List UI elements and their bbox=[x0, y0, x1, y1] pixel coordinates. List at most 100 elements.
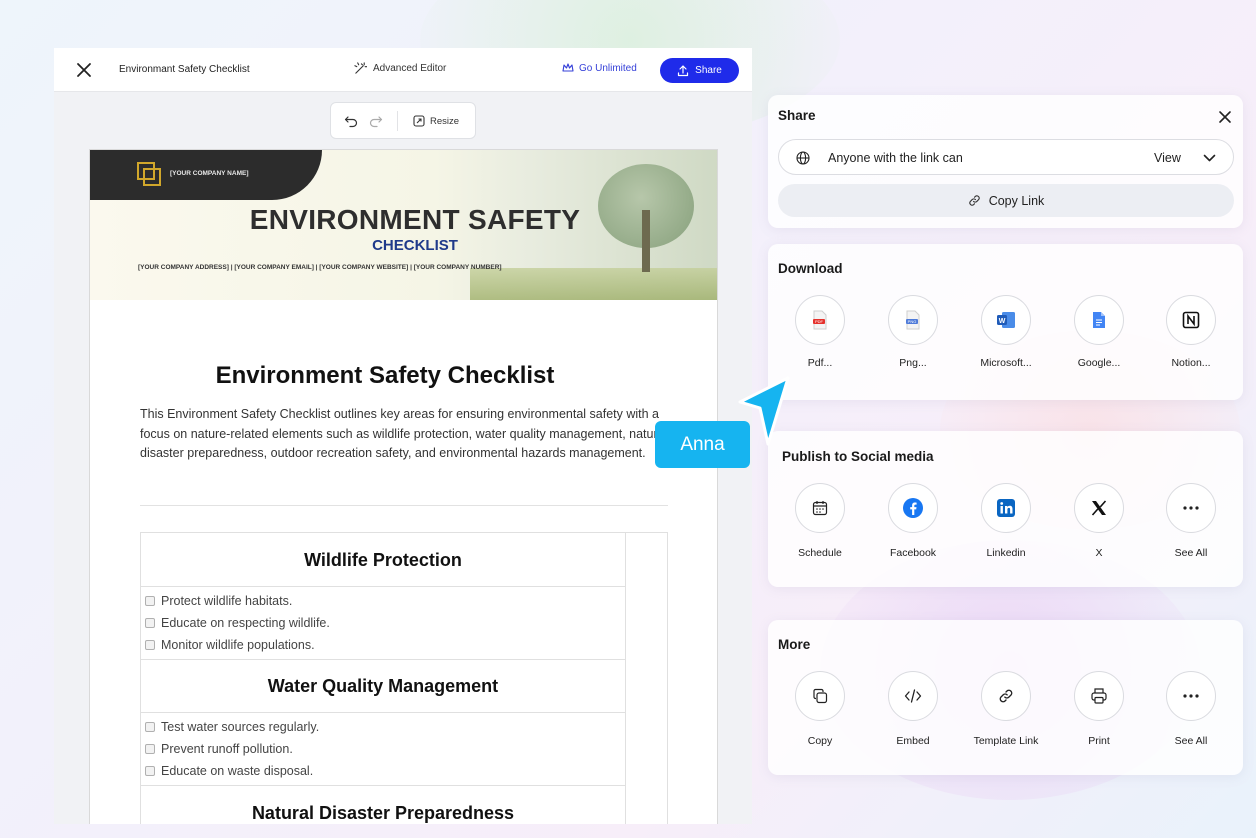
advanced-editor-button[interactable]: Advanced Editor bbox=[354, 62, 446, 75]
checkbox[interactable] bbox=[145, 744, 155, 754]
option-label: See All bbox=[1174, 735, 1208, 747]
schedule-option[interactable]: Schedule bbox=[774, 483, 866, 559]
svg-text:PNG: PNG bbox=[908, 319, 917, 324]
editor-window: Environmant Safety Checklist Advanced Ed… bbox=[54, 48, 752, 824]
section-heading: Wildlife Protection bbox=[141, 533, 625, 587]
printer-icon bbox=[1074, 671, 1124, 721]
download-microsoft-option[interactable]: W Microsoft... bbox=[960, 295, 1052, 369]
link-icon bbox=[969, 195, 980, 206]
link-access-text: Anyone with the link can bbox=[828, 151, 963, 165]
svg-text:PDF: PDF bbox=[815, 319, 824, 324]
calendar-icon bbox=[795, 483, 845, 533]
option-label: Print bbox=[1088, 735, 1110, 747]
resize-button[interactable]: Resize bbox=[413, 115, 459, 127]
template-link-option[interactable]: Template Link bbox=[960, 671, 1052, 747]
crown-icon bbox=[562, 63, 574, 72]
share-button[interactable]: Share bbox=[660, 58, 739, 83]
code-icon bbox=[888, 671, 938, 721]
checklist-item[interactable]: Test water sources regularly. bbox=[145, 720, 319, 734]
see-all-social-option[interactable]: See All bbox=[1145, 483, 1237, 559]
close-icon bbox=[77, 63, 91, 77]
close-icon[interactable] bbox=[1217, 109, 1233, 125]
copy-link-button[interactable]: Copy Link bbox=[778, 184, 1234, 217]
go-unlimited-button[interactable]: Go Unlimited bbox=[562, 62, 637, 74]
close-editor-button[interactable] bbox=[74, 60, 94, 80]
more-panel-title: More bbox=[778, 637, 811, 652]
linkedin-icon bbox=[981, 483, 1031, 533]
linkedin-option[interactable]: Linkedin bbox=[960, 483, 1052, 559]
document-title: Environmant Safety Checklist bbox=[119, 64, 250, 75]
redo-icon[interactable] bbox=[369, 114, 383, 128]
go-unlimited-label: Go Unlimited bbox=[579, 62, 637, 74]
checklist-item-label: Educate on respecting wildlife. bbox=[161, 616, 330, 630]
undo-icon[interactable] bbox=[344, 114, 358, 128]
checklist-item[interactable]: Protect wildlife habitats. bbox=[145, 594, 292, 608]
checkbox[interactable] bbox=[145, 640, 155, 650]
document-heading: Environment Safety Checklist bbox=[215, 362, 555, 389]
checkbox[interactable] bbox=[145, 596, 155, 606]
link-icon bbox=[981, 671, 1031, 721]
checklist-item[interactable]: Educate on waste disposal. bbox=[145, 764, 313, 778]
checklist-item[interactable]: Prevent runoff pollution. bbox=[145, 742, 293, 756]
section-heading: Natural Disaster Preparedness bbox=[251, 803, 515, 823]
option-label: Google... bbox=[1077, 357, 1121, 369]
facebook-icon bbox=[888, 483, 938, 533]
checkbox[interactable] bbox=[145, 722, 155, 732]
option-label: X bbox=[1095, 547, 1103, 559]
checklist-item[interactable]: Monitor wildlife populations. bbox=[145, 638, 315, 652]
table-column-divider bbox=[625, 533, 626, 824]
editor-topbar: Environmant Safety Checklist Advanced Ed… bbox=[54, 48, 752, 92]
collaborator-name-tag: Anna bbox=[655, 421, 750, 468]
option-label: Notion... bbox=[1171, 357, 1211, 369]
option-label: Schedule bbox=[798, 547, 842, 559]
option-label: Embed bbox=[896, 735, 930, 747]
option-label: Png... bbox=[899, 357, 927, 369]
option-label: Template Link bbox=[973, 735, 1039, 747]
download-png-option[interactable]: PNG Png... bbox=[867, 295, 959, 369]
download-panel: Download PDF Pdf... PNG Png... W Microso… bbox=[768, 244, 1243, 400]
checklist-item-label: Protect wildlife habitats. bbox=[161, 594, 293, 608]
checkbox[interactable] bbox=[145, 618, 155, 628]
download-notion-option[interactable]: Notion... bbox=[1145, 295, 1237, 369]
x-logo-icon bbox=[1074, 483, 1124, 533]
checklist-item-label: Educate on waste disposal. bbox=[161, 764, 314, 778]
access-level: View bbox=[1154, 151, 1181, 165]
banner-title: ENVIRONMENT SAFETY bbox=[249, 204, 581, 235]
document-intro: This Environment Safety Checklist outlin… bbox=[140, 407, 668, 460]
checkbox[interactable] bbox=[145, 766, 155, 776]
globe-icon bbox=[796, 151, 810, 165]
link-access-dropdown[interactable]: Anyone with the link can View bbox=[778, 139, 1234, 175]
download-google-option[interactable]: Google... bbox=[1053, 295, 1145, 369]
facebook-option[interactable]: Facebook bbox=[867, 483, 959, 559]
company-header-tab: [YOUR COMPANY NAME] bbox=[90, 150, 322, 200]
section-heading: Water Quality Management bbox=[141, 660, 625, 713]
pdf-icon: PDF bbox=[795, 295, 845, 345]
option-label: Facebook bbox=[889, 547, 937, 559]
advanced-editor-label: Advanced Editor bbox=[373, 63, 447, 74]
option-label: Pdf... bbox=[807, 357, 833, 369]
more-dots-icon bbox=[1166, 671, 1216, 721]
checklist-item[interactable]: Educate on respecting wildlife. bbox=[145, 616, 330, 630]
edit-toolbar: Resize bbox=[330, 102, 476, 139]
option-label: Microsoft... bbox=[980, 357, 1032, 369]
share-label: Share bbox=[695, 65, 722, 76]
svg-text:W: W bbox=[999, 318, 1006, 325]
copy-option[interactable]: Copy bbox=[774, 671, 866, 747]
see-all-more-option[interactable]: See All bbox=[1145, 671, 1237, 747]
more-dots-icon bbox=[1166, 483, 1216, 533]
more-panel: More Copy Embed Template Link Print See … bbox=[768, 620, 1243, 775]
x-option[interactable]: X bbox=[1053, 483, 1145, 559]
checklist-item-label: Test water sources regularly. bbox=[161, 720, 320, 734]
option-label: See All bbox=[1174, 547, 1208, 559]
download-pdf-option[interactable]: PDF Pdf... bbox=[774, 295, 866, 369]
document-page[interactable]: [YOUR COMPANY NAME] ENVIRONMENT SAFETY C… bbox=[89, 149, 718, 824]
checklist-table: Wildlife Protection Protect wildlife hab… bbox=[140, 532, 668, 824]
chevron-down-icon bbox=[1203, 154, 1216, 162]
share-panel: Share Anyone with the link can View Copy… bbox=[768, 95, 1243, 228]
company-name: [YOUR COMPANY NAME] bbox=[170, 170, 249, 177]
option-label: Linkedin bbox=[986, 547, 1026, 559]
banner-field-image bbox=[470, 268, 717, 300]
print-option[interactable]: Print bbox=[1053, 671, 1145, 747]
embed-option[interactable]: Embed bbox=[867, 671, 959, 747]
toolbar-divider bbox=[397, 111, 398, 131]
